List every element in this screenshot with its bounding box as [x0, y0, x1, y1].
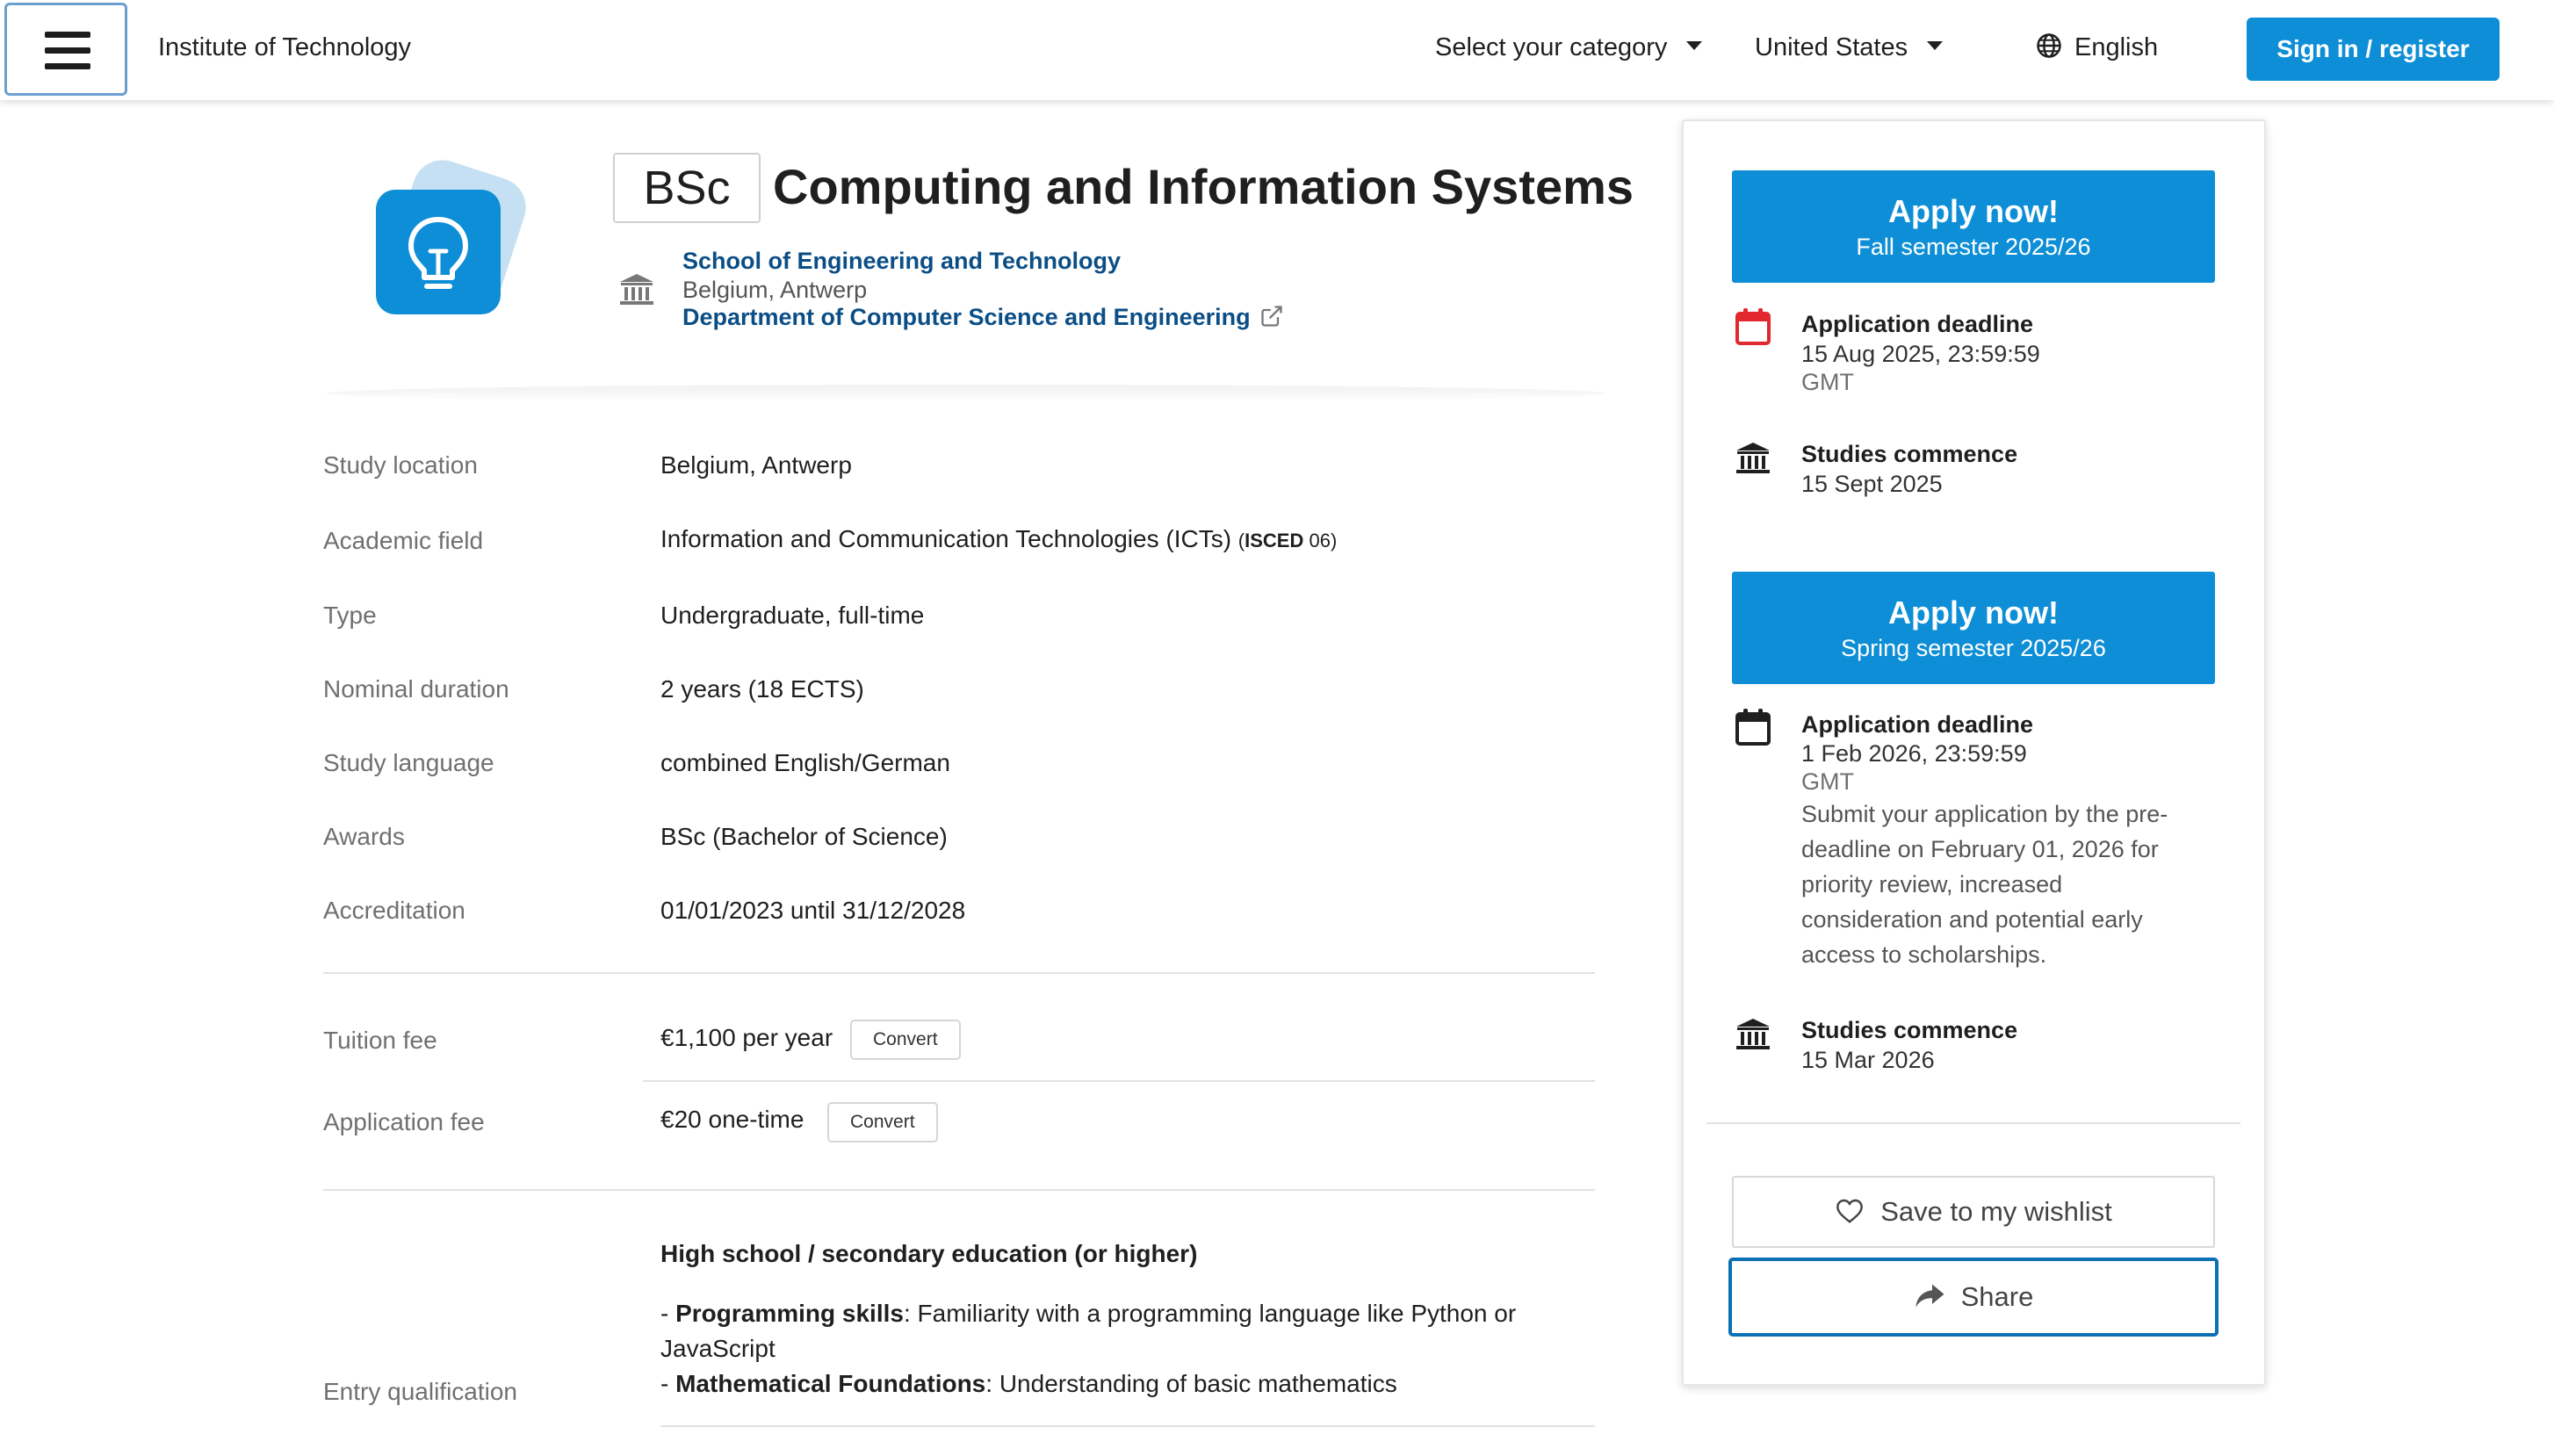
requirement-programming-continued: JavaScript — [660, 1335, 776, 1362]
fee-value-tuition: €1,100 per year — [660, 1024, 833, 1051]
spring-deadline-note: Submit your application by the pre-deadl… — [1801, 801, 2168, 968]
convert-application-fee-button[interactable]: Convert — [827, 1102, 938, 1142]
department-link[interactable]: Department of Computer Science and Engin… — [682, 304, 1284, 331]
fall-deadline-date: 15 Aug 2025, 23:59:59 — [1801, 341, 2040, 367]
institution-icon — [1736, 443, 1770, 473]
calendar-icon — [1735, 709, 1771, 746]
category-select[interactable]: Select your category — [1435, 33, 1703, 62]
spring-commence-date: 15 Mar 2026 — [1801, 1047, 1935, 1073]
detail-label-type: Type — [323, 602, 377, 629]
apply-button-semester: Fall semester 2025/26 — [1856, 234, 2091, 260]
school-location: Belgium, Antwerp — [682, 277, 868, 303]
detail-value-nominal-duration: 2 years (18 ECTS) — [660, 675, 864, 703]
wishlist-label: Save to my wishlist — [1880, 1196, 2112, 1227]
detail-value-academic-field: Information and Communication Technologi… — [660, 525, 1337, 553]
country-select-label: United States — [1755, 33, 1908, 61]
detail-label-accreditation: Accreditation — [323, 897, 465, 924]
lightbulb-icon — [408, 217, 468, 289]
share-label: Share — [1960, 1281, 2034, 1312]
requirement-math-text: : Understanding of basic mathematics — [985, 1370, 1397, 1397]
spring-deadline-timezone: GMT — [1801, 768, 1854, 795]
fee-label-application: Application fee — [323, 1108, 485, 1135]
share-arrow-icon — [1915, 1284, 1944, 1308]
department-link-label: Department of Computer Science and Engin… — [682, 304, 1251, 330]
top-navigation-bar: Institute of Technology Select your cate… — [0, 0, 2554, 100]
requirement-dash: - — [660, 1370, 676, 1397]
academic-field-text: Information and Communication Technologi… — [660, 525, 1232, 552]
fee-label-tuition: Tuition fee — [323, 1027, 437, 1054]
globe-icon — [2037, 33, 2061, 59]
fall-deadline-timezone: GMT — [1801, 369, 1854, 395]
hamburger-menu-button[interactable] — [4, 3, 127, 96]
requirement-math-title: Mathematical Foundations — [675, 1370, 986, 1397]
share-button[interactable]: Share — [1728, 1258, 2219, 1337]
convert-tuition-button[interactable]: Convert — [850, 1020, 961, 1060]
country-select[interactable]: United States — [1755, 33, 1944, 62]
program-title: Computing and Information Systems — [773, 159, 1634, 214]
site-brand-name[interactable]: Institute of Technology — [158, 33, 411, 62]
menu-icon-bar — [45, 63, 90, 69]
fee-value-application: €20 one-time — [660, 1106, 804, 1133]
institution-icon — [1736, 1019, 1770, 1049]
apply-button-label: Apply now! — [1888, 595, 2059, 631]
detail-label-awards: Awards — [323, 823, 405, 850]
isced-label: ISCED — [1245, 530, 1304, 551]
logo-tile — [376, 190, 501, 314]
requirement-dash: - — [660, 1300, 676, 1327]
requirement-math: - Mathematical Foundations: Understandin… — [660, 1370, 1397, 1398]
fall-commence-label: Studies commence — [1801, 441, 2018, 467]
isced-number: 06 — [1309, 530, 1331, 551]
detail-label-academic-field: Academic field — [323, 527, 484, 554]
institution-icon — [620, 274, 653, 305]
spring-deadline-date: 1 Feb 2026, 23:59:59 — [1801, 740, 2027, 767]
external-link-icon — [1260, 306, 1282, 327]
section-divider — [323, 972, 1595, 974]
detail-label-study-language: Study language — [323, 749, 494, 776]
detail-label-study-location: Study location — [323, 451, 478, 479]
apply-fall-semester-button[interactable]: Apply now! Fall semester 2025/26 — [1732, 170, 2215, 283]
entry-qualification-label: Entry qualification — [323, 1378, 518, 1405]
detail-value-type: Undergraduate, full-time — [660, 602, 925, 629]
school-link[interactable]: School of Engineering and Technology — [682, 248, 1121, 275]
spring-commence-label: Studies commence — [1801, 1017, 2018, 1043]
requirement-programming-text: : Familiarity with a programming languag… — [903, 1300, 1517, 1327]
spring-deadline-label: Application deadline — [1801, 711, 2034, 738]
program-logo — [369, 152, 534, 322]
fall-commence-date: 15 Sept 2025 — [1801, 471, 1943, 497]
category-select-label: Select your category — [1435, 33, 1668, 61]
requirement-programming: - Programming skills: Familiarity with a… — [660, 1300, 1516, 1328]
requirement-programming-title: Programming skills — [675, 1300, 904, 1327]
calendar-urgent-icon — [1735, 308, 1771, 345]
language-selector[interactable]: English — [2036, 33, 2158, 62]
detail-value-awards: BSc (Bachelor of Science) — [660, 823, 948, 850]
apply-spring-semester-button[interactable]: Apply now! Spring semester 2025/26 — [1732, 572, 2215, 684]
detail-value-study-language: combined English/German — [660, 749, 950, 776]
fall-deadline-label: Application deadline — [1801, 311, 2034, 337]
section-divider — [660, 1425, 1595, 1427]
entry-qualification-heading: High school / secondary education (or hi… — [660, 1240, 1198, 1267]
section-divider — [323, 1189, 1595, 1191]
isced-code: (ISCED 06) — [1237, 530, 1338, 551]
apply-button-label: Apply now! — [1888, 193, 2059, 229]
degree-badge: BSc — [613, 153, 761, 223]
language-label: English — [2074, 33, 2159, 61]
apply-button-semester: Spring semester 2025/26 — [1841, 635, 2106, 661]
chevron-down-icon — [1927, 41, 1944, 51]
detail-value-accreditation: 01/01/2023 until 31/12/2028 — [660, 897, 966, 924]
sidebar-divider — [1706, 1122, 2240, 1124]
save-to-wishlist-button[interactable]: Save to my wishlist — [1732, 1176, 2215, 1248]
hero-divider-shadow — [325, 385, 1607, 402]
menu-icon-bar — [45, 47, 90, 54]
detail-value-study-location: Belgium, Antwerp — [660, 451, 852, 479]
sign-in-register-button[interactable]: Sign in / register — [2247, 18, 2500, 81]
detail-label-nominal-duration: Nominal duration — [323, 675, 509, 703]
fee-row-divider — [643, 1080, 1595, 1082]
heart-icon — [1836, 1199, 1864, 1223]
menu-icon-bar — [45, 32, 90, 38]
chevron-down-icon — [1686, 41, 1703, 51]
